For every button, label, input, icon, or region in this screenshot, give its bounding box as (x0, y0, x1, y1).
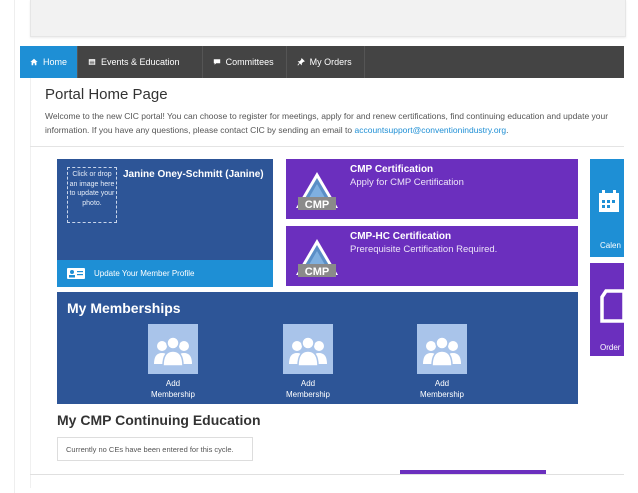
cert-subtitle: Apply for CMP Certification (350, 177, 464, 188)
cmp-hc-certification-card[interactable]: CMP CMP-HC Certification Prerequisite Ce… (286, 226, 578, 286)
nav-committees[interactable]: Committees (203, 46, 287, 78)
svg-text:CMP: CMP (305, 199, 329, 211)
photo-dropzone[interactable]: Click or drop an image here to update yo… (67, 167, 117, 223)
intro-text: Welcome to the new CIC portal! You can c… (45, 110, 625, 137)
nav-home-label: Home (43, 57, 68, 67)
nav-my-orders[interactable]: My Orders (287, 46, 365, 78)
top-header-bar (30, 0, 626, 37)
update-profile-label: Update Your Member Profile (94, 269, 195, 278)
update-profile-button[interactable]: Update Your Member Profile (57, 260, 273, 287)
cert-title: CMP Certification (350, 164, 434, 175)
calendar-tile[interactable]: Calen (590, 159, 624, 257)
member-name: Janine Oney-Schmitt (Janine) (123, 169, 264, 180)
nav-events-education[interactable]: Events & Education (78, 46, 203, 78)
support-email-link[interactable]: accountsupport@conventionindustry.org (354, 125, 506, 135)
header-divider (30, 146, 624, 147)
intro-end: . (506, 124, 509, 135)
add-membership-label: Add Membership (419, 379, 464, 399)
group-icon (148, 324, 198, 374)
cert-title: CMP-HC Certification (350, 231, 452, 242)
group-icon (283, 324, 333, 374)
cmp-logo: CMP (296, 239, 338, 278)
cert-subtitle: Prerequisite Certification Required. (350, 244, 498, 255)
cmp-logo: CMP (296, 172, 338, 211)
bottom-accent-bar (400, 470, 546, 474)
page-guide-line (14, 0, 15, 493)
calendar-list-icon (88, 59, 96, 65)
profile-card: Click or drop an image here to update yo… (57, 159, 273, 287)
nav-orders-label: My Orders (309, 57, 352, 67)
add-membership-label: Add Membership (150, 379, 195, 399)
nav-home[interactable]: Home (20, 46, 79, 78)
calendar-tile-label: Calen (600, 241, 621, 250)
ce-empty-message: Currently no CEs have been entered for t… (57, 437, 253, 461)
orders-tile-label: Order (600, 343, 621, 352)
memberships-title: My Memberships (67, 300, 181, 316)
bottom-divider (30, 474, 624, 475)
memberships-panel: My Memberships Add Membership Add Member… (57, 292, 578, 404)
cmp-certification-card[interactable]: CMP CMP Certification Apply for CMP Cert… (286, 159, 578, 219)
orders-tile[interactable]: Order (590, 263, 624, 356)
pin-icon (297, 58, 305, 66)
page-title: Portal Home Page (45, 86, 168, 103)
ce-section-title: My CMP Continuing Education (57, 412, 261, 428)
main-navigation: Home Events & Education Committees My Or… (20, 46, 624, 78)
orders-icon (600, 289, 624, 323)
chat-bubble-icon (213, 59, 220, 65)
nav-committees-label: Committees (225, 57, 274, 67)
intro-body: Welcome to the new CIC portal! You can c… (45, 111, 609, 135)
id-card-icon (67, 268, 85, 279)
add-membership-button[interactable]: Add Membership (416, 324, 468, 400)
add-membership-button[interactable]: Add Membership (282, 324, 334, 400)
add-membership-button[interactable]: Add Membership (147, 324, 199, 400)
add-membership-label: Add Membership (285, 379, 330, 399)
nav-events-label: Events & Education (101, 57, 180, 67)
calendar-icon (599, 190, 619, 212)
home-icon (30, 58, 38, 66)
svg-text:CMP: CMP (305, 266, 329, 278)
group-icon (417, 324, 467, 374)
